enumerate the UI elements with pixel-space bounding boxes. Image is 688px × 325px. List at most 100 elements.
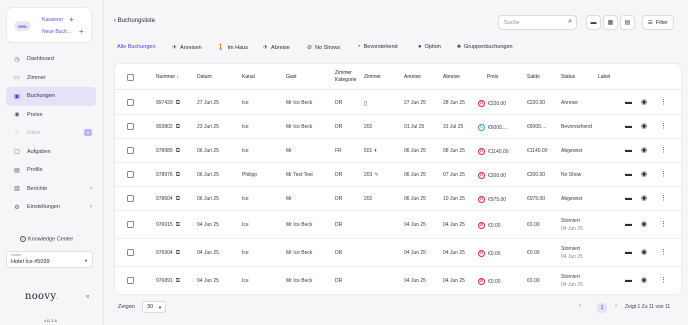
sidebar-item-berichte[interactable]: ▥ Berichte ›	[6, 180, 96, 199]
booking-number[interactable]: 976904 ⧉	[156, 250, 180, 257]
page-size-select[interactable]: 30 ▼	[142, 301, 166, 313]
message-icon[interactable]: ▬	[625, 277, 632, 284]
eye-icon[interactable]: ◉	[641, 248, 647, 256]
sidebar-item-zimmer[interactable]: ▭ Zimmer	[6, 69, 96, 88]
table-row[interactable]: 978604 ⧉ 06 Jun 25 Ice Mr DR 202 06 Jun 2…	[115, 187, 681, 211]
booking-number[interactable]: 993802 ⧉	[156, 124, 180, 131]
sidebar-item-dashboard[interactable]: ◷ Dashboard	[6, 50, 96, 69]
hotel-select[interactable]: Hotels Hotel Ice #5039 ▼	[6, 251, 93, 268]
select-all-checkbox[interactable]	[127, 74, 134, 81]
knowledge-center-link[interactable]: i Knowledge Center	[20, 236, 73, 242]
message-icon[interactable]: ▬	[625, 99, 632, 106]
more-options-icon[interactable]: ⋮	[660, 194, 667, 202]
sidebar-item-aufgaben[interactable]: ▢ Aufgaben	[6, 143, 96, 162]
eye-icon[interactable]: ◉	[641, 98, 647, 106]
tab-alle-buchungen[interactable]: Alle Buchungen	[117, 44, 156, 50]
external-link-icon[interactable]: ⧉	[176, 278, 180, 284]
message-icon[interactable]: ▬	[625, 195, 632, 202]
row-checkbox[interactable]	[127, 249, 134, 256]
table-row[interactable]: 993802 ⧉ 23 Jun 25 Ice Mr Ice Beck DR 202…	[115, 115, 681, 139]
message-icon[interactable]: ▬	[625, 221, 632, 228]
more-options-icon[interactable]: ⋮	[660, 98, 667, 106]
tab-abreise[interactable]: ✈ Abreise	[263, 44, 290, 52]
grid-view-button[interactable]: ▦	[603, 15, 618, 30]
tab-gruppenbuchungen[interactable]: ♣ Gruppenbuchungen	[457, 44, 513, 50]
table-row[interactable]: 976904 ⧉ 04 Jun 25 Ice Mr Ice Beck DR 04 …	[115, 239, 681, 267]
table-row[interactable]: 978989 ⧉ 06 Jun 25 Ice Mr FR 501 ⏵ 06 Jun …	[115, 139, 681, 163]
room-category-cell: DR	[335, 222, 343, 228]
eye-icon[interactable]: ◉	[641, 220, 647, 228]
inbox-icon: ◌	[15, 130, 19, 137]
chevron-right-icon[interactable]: ›	[90, 204, 92, 210]
row-checkbox[interactable]	[127, 277, 134, 284]
booking-number[interactable]: 978989 ⧉	[156, 148, 180, 155]
tab-bevorstehend[interactable]: ◔ Bevorstehend	[357, 44, 398, 50]
next-page-icon[interactable]: ›	[615, 303, 617, 309]
export-button[interactable]: ▤	[620, 15, 635, 30]
sidebar-item-profile[interactable]: ▤ Profile	[6, 161, 96, 180]
eye-icon[interactable]: ◉	[641, 276, 647, 284]
channel-cell: Ice	[242, 148, 249, 154]
search-icon[interactable]: ⌕	[568, 18, 572, 26]
external-link-icon[interactable]: ⧉	[176, 100, 180, 106]
message-icon[interactable]: ▬	[625, 249, 632, 256]
sidebar-item-preise[interactable]: ◉ Preise	[6, 106, 96, 125]
external-link-icon[interactable]: ⧉	[176, 148, 180, 154]
tab-anreisen[interactable]: ✈ Anreisen	[172, 44, 202, 52]
sidebar-item-einstellungen[interactable]: ⚙ Einstellungen ›	[6, 198, 96, 217]
sidebar-item-buchungen[interactable]: ▣ Buchungen	[6, 87, 96, 106]
table-row[interactable]: 978976 ⧉ 06 Jun 25 Philipp Mr Test Test D…	[115, 163, 681, 187]
collapse-sidebar-icon[interactable]: «	[86, 294, 89, 300]
table-row[interactable]: 997429 ⧉ 27 Jun 25 Ice Mr Ice Beck DR ▯ 2…	[115, 91, 681, 115]
hotel-value: Hotel Ice #5039	[11, 259, 50, 265]
prev-page-icon[interactable]: ‹	[579, 303, 581, 309]
booking-number[interactable]: 997429 ⧉	[156, 100, 180, 107]
more-options-icon[interactable]: ⋮	[660, 146, 667, 154]
plus-icon[interactable]: +	[79, 27, 84, 36]
row-checkbox[interactable]	[127, 99, 134, 106]
table-row[interactable]: 976891 ⧉ 04 Jun 25 Ice Mr Ice Beck DR 04 …	[115, 267, 681, 294]
booking-number[interactable]: 976915 ⧉	[156, 222, 180, 229]
filter-button[interactable]: ☰ Filter	[642, 15, 674, 30]
booking-number[interactable]: 978604 ⧉	[156, 196, 180, 203]
more-options-icon[interactable]: ⋮	[660, 122, 667, 130]
column-header-0[interactable]: Nummer ↓	[156, 74, 179, 80]
eye-icon[interactable]: ◉	[641, 170, 647, 178]
row-checkbox[interactable]	[127, 195, 134, 202]
new-booking-button[interactable]: Neue Buch... +	[42, 27, 84, 36]
row-checkbox[interactable]	[127, 171, 134, 178]
back-link[interactable]: ‹ Buchungsliste	[114, 18, 155, 24]
external-link-icon[interactable]: ⧉	[176, 172, 180, 178]
search-input[interactable]: Suche ⌕	[498, 15, 577, 30]
row-checkbox[interactable]	[127, 147, 134, 154]
row-checkbox[interactable]	[127, 221, 134, 228]
user-role[interactable]: Kassierer +	[42, 15, 74, 24]
avatar[interactable]: GRD	[14, 21, 31, 31]
external-link-icon[interactable]: ⧉	[176, 196, 180, 202]
booking-number[interactable]: 978976 ⧉	[156, 172, 180, 179]
chat-button[interactable]: ▬	[586, 15, 601, 30]
chevron-right-icon[interactable]: ›	[90, 186, 92, 192]
eye-icon[interactable]: ◉	[641, 194, 647, 202]
tab-im-haus[interactable]: 🚶 Im Haus	[217, 44, 248, 52]
external-link-icon[interactable]: ⧉	[176, 250, 180, 256]
message-icon[interactable]: ▬	[625, 147, 632, 154]
eye-icon[interactable]: ◉	[641, 146, 647, 154]
sidebar-item-inbox[interactable]: ◌ Inbox 0	[6, 124, 96, 143]
message-icon[interactable]: ▬	[625, 171, 632, 178]
row-checkbox[interactable]	[127, 123, 134, 130]
external-link-icon[interactable]: ⧉	[176, 124, 180, 130]
more-options-icon[interactable]: ⋮	[660, 220, 667, 228]
more-options-icon[interactable]: ⋮	[660, 170, 667, 178]
tab-no-shows[interactable]: ⊘ No Shows	[307, 44, 340, 52]
add-icon[interactable]: +	[69, 15, 74, 24]
table-row[interactable]: 976915 ⧉ 04 Jun 25 Ice Mr Ice Beck DR 04 …	[115, 211, 681, 239]
external-link-icon[interactable]: ⧉	[176, 222, 180, 228]
more-options-icon[interactable]: ⋮	[660, 248, 667, 256]
current-page[interactable]: 1	[597, 303, 607, 313]
booking-number[interactable]: 976891 ⧉	[156, 278, 180, 285]
eye-icon[interactable]: ◉	[641, 122, 647, 130]
message-icon[interactable]: ▬	[625, 123, 632, 130]
more-options-icon[interactable]: ⋮	[660, 276, 667, 284]
tab-option[interactable]: ● Option	[418, 44, 441, 50]
